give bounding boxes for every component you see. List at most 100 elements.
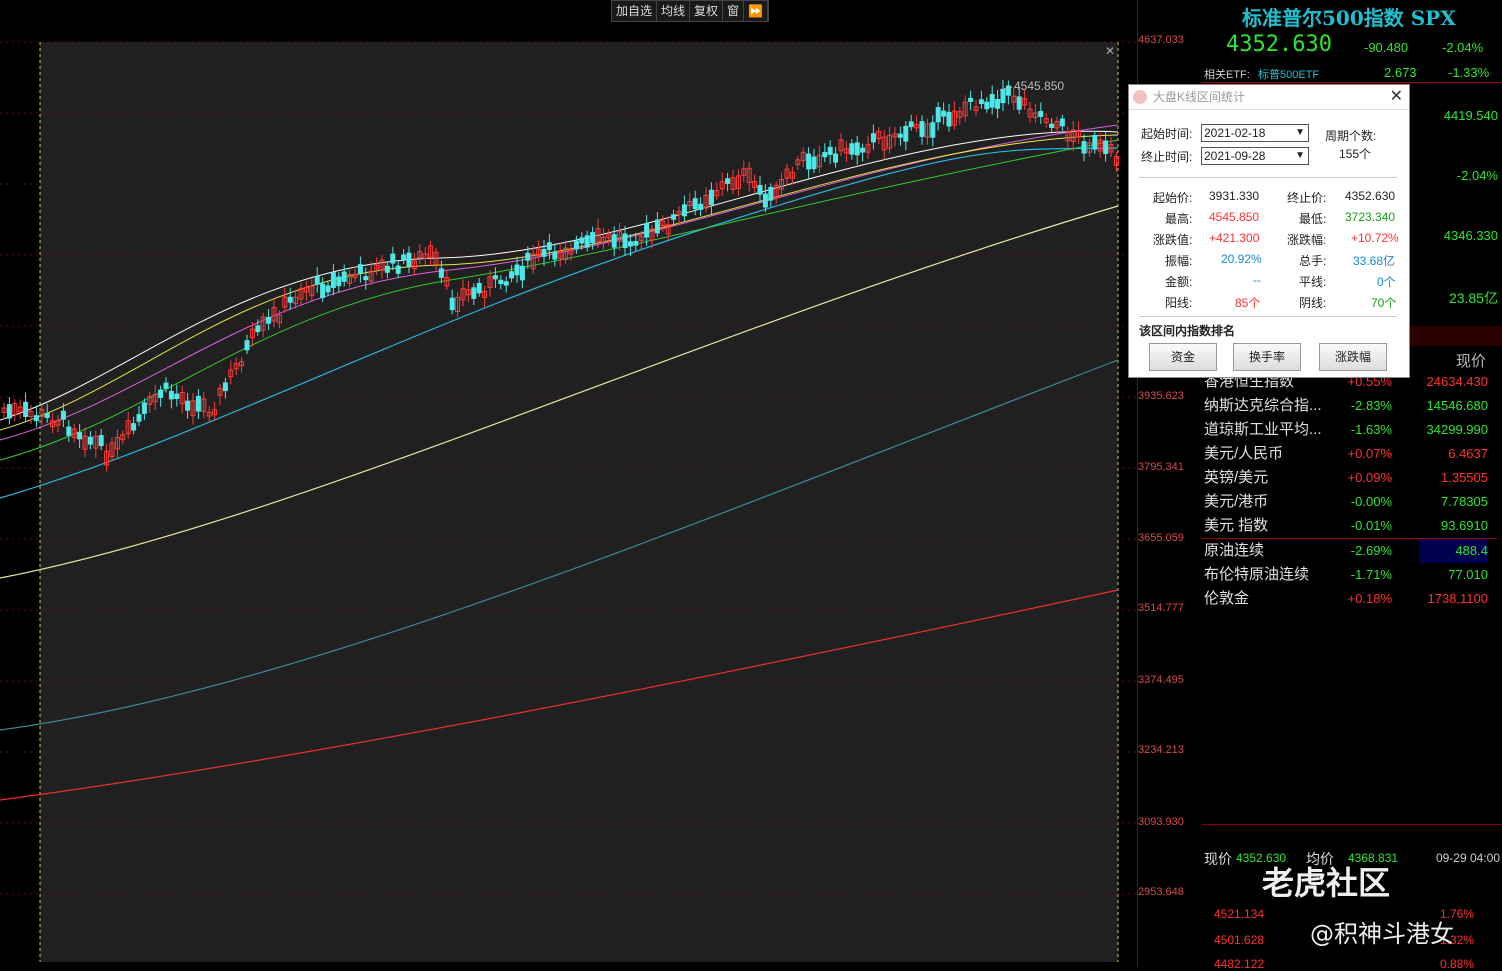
list-item[interactable]: 原油连续 -2.69% 488.4 xyxy=(1202,538,1498,563)
list-item[interactable]: 美元/人民币 +0.07% 6.4637 xyxy=(1202,442,1498,466)
list-item-pct: -2.83% xyxy=(1350,398,1392,413)
capital-button[interactable]: 资金 xyxy=(1149,343,1217,371)
etf-row[interactable]: 相关ETF: 标普500ETF 2.673 -1.33% xyxy=(1202,64,1502,83)
dialog-title: 大盘K线区间统计 xyxy=(1153,90,1246,104)
candle-body xyxy=(946,111,952,127)
candle-body xyxy=(357,264,363,274)
list-item-pct: -0.01% xyxy=(1350,518,1392,533)
ma-button[interactable]: 均线 xyxy=(657,1,691,21)
candle-body xyxy=(174,393,180,400)
candle-body xyxy=(66,426,72,436)
stat-label: 最低: xyxy=(1299,212,1327,226)
kline-chart[interactable]: 4545.850 ✕ 加自选 均线 复权 窗 ⏩ xyxy=(0,0,1137,967)
list-item-pct: -1.71% xyxy=(1350,567,1392,582)
side-value: 23.85亿 xyxy=(1448,290,1498,306)
list-item-value: 1.35505 xyxy=(1441,470,1488,485)
candle-body xyxy=(1103,140,1109,154)
candle-body xyxy=(438,268,444,278)
divider xyxy=(1139,177,1397,178)
current-price: 4352.630 xyxy=(1226,32,1332,57)
forward-icon[interactable]: ⏩ xyxy=(744,1,768,21)
candle-body xyxy=(941,110,947,117)
candle-body xyxy=(341,271,347,282)
list-item-value: 24634.430 xyxy=(1426,374,1488,389)
stat-label: 平线: xyxy=(1299,275,1327,289)
candle-body xyxy=(136,414,142,422)
list-item[interactable]: 纳斯达克综合指... -2.83% 14546.680 xyxy=(1202,394,1498,418)
candle-body xyxy=(1059,118,1065,127)
list-item-name: 美元/人民币 xyxy=(1204,445,1284,462)
etf-label: 相关ETF: xyxy=(1204,69,1250,81)
list-item[interactable]: 布伦特原油连续 -1.71% 77.010 xyxy=(1202,563,1498,587)
start-date-select[interactable]: 2021-02-18 ▼ xyxy=(1201,124,1309,142)
candle-body xyxy=(822,151,828,158)
candle-body xyxy=(222,382,228,392)
list-item[interactable]: 美元/港币 -0.00% 7.78305 xyxy=(1202,490,1498,514)
window-button[interactable]: 窗 xyxy=(723,1,745,21)
candle-body xyxy=(611,234,617,248)
candle-body xyxy=(1038,110,1044,117)
brand-watermark: 老虎社区 xyxy=(1262,864,1391,902)
turnover-button[interactable]: 换手率 xyxy=(1233,343,1301,371)
candle-body xyxy=(185,400,191,411)
author-watermark: @积神斗港女 xyxy=(1310,920,1454,948)
candle-body xyxy=(384,265,390,273)
candle-body xyxy=(98,435,104,447)
candle-body xyxy=(708,189,714,205)
candle-body xyxy=(141,402,147,414)
candle-body xyxy=(1092,135,1098,150)
candle-body xyxy=(1000,88,1006,104)
candle-body xyxy=(989,93,995,108)
candle-body xyxy=(552,251,558,260)
list-item[interactable]: 英镑/美元 +0.09% 1.35505 xyxy=(1202,466,1498,490)
start-label: 起始时间: xyxy=(1141,127,1193,141)
stat-value: +10.72% xyxy=(1351,231,1399,245)
candle-body xyxy=(590,232,596,244)
end-label: 终止时间: xyxy=(1141,150,1193,164)
list-item[interactable]: 伦敦金 +0.18% 1738.1100 xyxy=(1202,587,1498,611)
list-item-value: 488.4 xyxy=(1419,539,1488,563)
chevron-down-icon: ▼ xyxy=(1295,127,1305,138)
candle-body xyxy=(395,265,401,274)
candle-body xyxy=(287,296,293,303)
list-item-value: 14546.680 xyxy=(1426,398,1488,413)
list-item-name: 纳斯达克综合指... xyxy=(1204,397,1322,414)
price-tick: 3093.930 xyxy=(1138,816,1184,828)
list-item-name: 英镑/美元 xyxy=(1204,469,1269,486)
stat-value: 3931.330 xyxy=(1209,189,1260,203)
candle-body xyxy=(541,249,547,257)
adjust-button[interactable]: 复权 xyxy=(690,1,724,21)
candle-body xyxy=(503,281,509,286)
stat-value: 0个 xyxy=(1377,275,1396,289)
list-item[interactable]: 道琼斯工业平均... -1.63% 34299.990 xyxy=(1202,418,1498,442)
price-change-pct: -2.04% xyxy=(1442,40,1484,55)
close-icon[interactable]: ✕ xyxy=(1390,85,1403,109)
candle-body xyxy=(768,186,774,201)
candle-body xyxy=(692,198,698,210)
candle-body xyxy=(449,297,455,311)
end-date-select[interactable]: 2021-09-28 ▼ xyxy=(1201,147,1309,165)
range-stats-dialog: 大盘K线区间统计 ✕ 起始时间: 2021-02-18 ▼ 终止时间: 2021-… xyxy=(1128,84,1410,378)
candle-body xyxy=(492,275,498,280)
list-item[interactable]: 美元 指数 -0.01% 93.6910 xyxy=(1202,514,1498,538)
close-icon[interactable]: ✕ xyxy=(1105,44,1115,58)
bottom-divider xyxy=(1202,824,1502,825)
chevron-down-icon: ▼ xyxy=(1295,150,1305,161)
dialog-titlebar[interactable]: 大盘K线区间统计 ✕ xyxy=(1129,85,1409,110)
candle-body xyxy=(757,185,763,195)
chart-canvas[interactable]: 4545.850 ✕ xyxy=(0,0,1137,967)
candle-body xyxy=(406,252,412,267)
change-pct-button[interactable]: 涨跌幅 xyxy=(1319,343,1387,371)
list-item-pct: +0.18% xyxy=(1347,591,1392,606)
stat-label: 终止价: xyxy=(1287,191,1327,205)
side-value: -2.04% xyxy=(1456,168,1498,183)
add-watchlist-button[interactable]: 加自选 xyxy=(612,1,657,21)
etf-name[interactable]: 标普500ETF xyxy=(1258,66,1319,82)
intraday-price: 4521.134 xyxy=(1214,907,1265,921)
candle-body xyxy=(44,412,50,418)
candle-body xyxy=(573,240,579,249)
candle-body xyxy=(897,133,903,138)
selection-area xyxy=(40,42,1118,962)
candle-body xyxy=(498,279,504,284)
stat-value: 33.68亿 xyxy=(1353,254,1396,268)
